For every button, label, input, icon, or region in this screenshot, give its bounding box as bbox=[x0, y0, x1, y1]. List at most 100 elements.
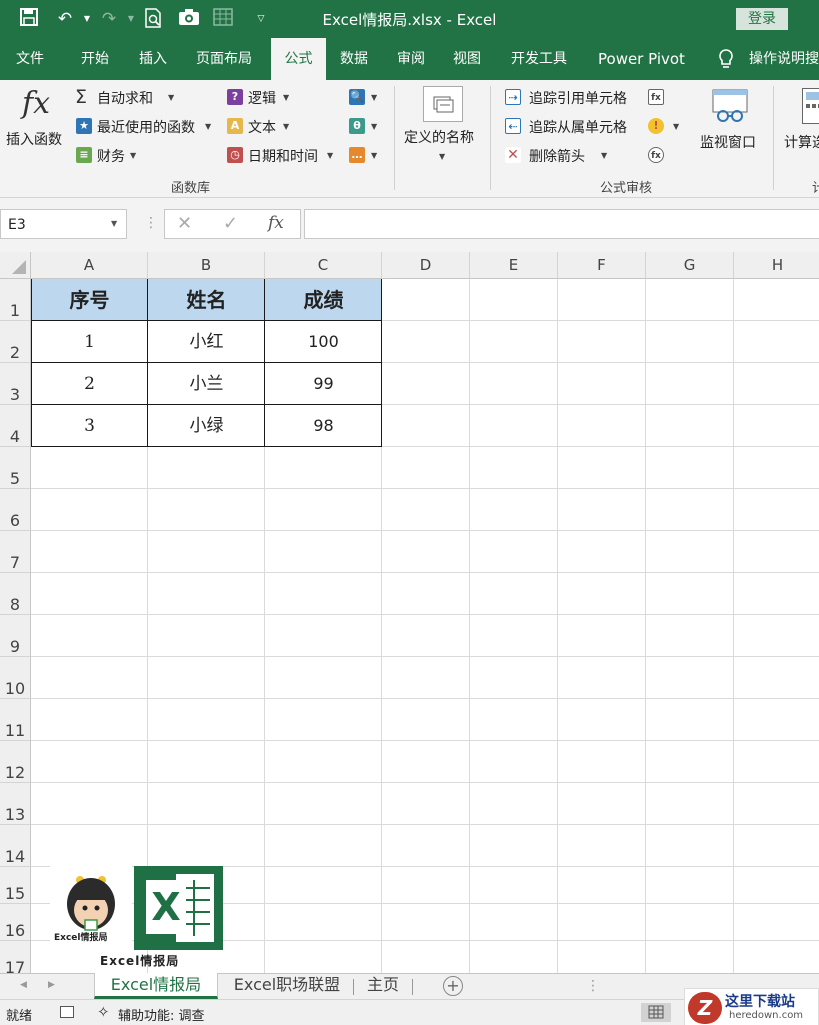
row-header-17[interactable]: 17 bbox=[0, 941, 31, 973]
table-cell[interactable]: 小绿 bbox=[148, 405, 265, 447]
table-header-name[interactable]: 姓名 bbox=[148, 279, 265, 321]
sheet-bar-grip-icon[interactable]: ⋮ bbox=[586, 978, 600, 994]
worksheet-grid[interactable]: A B C D E F G H 1 2 3 4 5 6 7 8 9 10 11 … bbox=[0, 252, 819, 973]
watch-window-button[interactable]: 监视窗口 bbox=[695, 84, 767, 154]
login-button[interactable]: 登录 bbox=[736, 8, 788, 30]
remove-arrows-button[interactable]: 删除箭头 bbox=[529, 146, 585, 166]
cancel-icon[interactable]: ✕ bbox=[177, 213, 192, 234]
show-formulas-icon[interactable]: fx bbox=[648, 89, 664, 105]
calculation-options-button[interactable]: 计算选 bbox=[780, 84, 819, 170]
row-header-4[interactable]: 4 bbox=[0, 405, 31, 447]
macro-record-icon[interactable] bbox=[60, 1006, 74, 1018]
row-header-7[interactable]: 7 bbox=[0, 531, 31, 573]
row-header-15[interactable]: 15 bbox=[0, 867, 31, 904]
table-cell[interactable]: 小红 bbox=[148, 321, 265, 363]
column-header-g[interactable]: G bbox=[646, 252, 734, 279]
lookup-dropdown-icon[interactable]: ▼ bbox=[371, 93, 377, 102]
row-header-14[interactable]: 14 bbox=[0, 825, 31, 867]
column-header-d[interactable]: D bbox=[382, 252, 470, 279]
defined-names-button[interactable]: 定义的名称 ▼ bbox=[402, 84, 484, 170]
table-header-score[interactable]: 成绩 bbox=[265, 279, 382, 321]
financial-dropdown-icon[interactable]: ▼ bbox=[130, 151, 136, 160]
autosum-button[interactable]: 自动求和 bbox=[97, 88, 153, 108]
row-header-9[interactable]: 9 bbox=[0, 615, 31, 657]
row-header-2[interactable]: 2 bbox=[0, 321, 31, 363]
accessibility-icon[interactable]: ✧ bbox=[97, 1003, 110, 1021]
row-header-11[interactable]: 11 bbox=[0, 699, 31, 741]
error-checking-icon[interactable]: ! bbox=[648, 118, 664, 134]
row-header-1[interactable]: 1 bbox=[0, 279, 31, 321]
column-header-b[interactable]: B bbox=[148, 252, 265, 279]
more-functions-dropdown-icon[interactable]: ▼ bbox=[371, 151, 377, 160]
row-header-8[interactable]: 8 bbox=[0, 573, 31, 615]
row-header-10[interactable]: 10 bbox=[0, 657, 31, 699]
tab-review[interactable]: 审阅 bbox=[397, 38, 425, 80]
enter-icon[interactable]: ✓ bbox=[223, 213, 238, 234]
evaluate-formula-icon[interactable]: fx bbox=[648, 147, 664, 163]
sheet-tab-excel-intel[interactable]: Excel情报局 bbox=[94, 973, 218, 999]
column-header-f[interactable]: F bbox=[558, 252, 646, 279]
math-trig-icon[interactable]: θ bbox=[349, 118, 365, 134]
table-border bbox=[31, 362, 382, 363]
logical-dropdown-icon[interactable]: ▼ bbox=[283, 93, 289, 102]
scroll-right-icon[interactable]: ▶ bbox=[48, 980, 55, 990]
lightbulb-icon[interactable] bbox=[716, 48, 736, 70]
trace-dependents-button[interactable]: 追踪从属单元格 bbox=[529, 117, 627, 137]
row-header-12[interactable]: 12 bbox=[0, 741, 31, 783]
accessibility-status[interactable]: 辅助功能: 调查 bbox=[118, 1005, 205, 1024]
table-cell[interactable]: 2 bbox=[31, 363, 148, 405]
tab-page-layout[interactable]: 页面布局 bbox=[196, 38, 252, 80]
tab-file[interactable]: 文件 bbox=[16, 38, 44, 80]
name-box[interactable]: E3 ▼ bbox=[0, 209, 127, 239]
sheet-tab-workplace-union[interactable]: Excel职场联盟 bbox=[224, 973, 350, 999]
text-dropdown-icon[interactable]: ▼ bbox=[283, 122, 289, 131]
tab-developer[interactable]: 开发工具 bbox=[511, 38, 567, 80]
add-sheet-icon[interactable]: + bbox=[443, 976, 463, 996]
lookup-reference-icon[interactable]: 🔍 bbox=[349, 89, 365, 105]
select-all-corner[interactable] bbox=[0, 252, 31, 279]
logical-button[interactable]: 逻辑 bbox=[248, 88, 276, 108]
trace-precedents-button[interactable]: 追踪引用单元格 bbox=[529, 88, 627, 108]
row-header-5[interactable]: 5 bbox=[0, 447, 31, 489]
row-header-6[interactable]: 6 bbox=[0, 489, 31, 531]
name-box-dropdown-icon[interactable]: ▼ bbox=[111, 219, 117, 228]
table-cell[interactable]: 98 bbox=[265, 405, 382, 447]
math-dropdown-icon[interactable]: ▼ bbox=[371, 122, 377, 131]
table-cell[interactable]: 3 bbox=[31, 405, 148, 447]
sheet-tab-home[interactable]: 主页 bbox=[360, 973, 406, 999]
table-header-index[interactable]: 序号 bbox=[31, 279, 148, 321]
tab-power-pivot[interactable]: Power Pivot bbox=[598, 38, 685, 80]
autosum-dropdown-icon[interactable]: ▼ bbox=[168, 93, 174, 102]
tab-formulas[interactable]: 公式 bbox=[271, 38, 326, 80]
more-functions-icon[interactable]: … bbox=[349, 147, 365, 163]
financial-button[interactable]: 财务 bbox=[97, 146, 125, 166]
table-cell[interactable]: 小兰 bbox=[148, 363, 265, 405]
tab-data[interactable]: 数据 bbox=[340, 38, 368, 80]
remove-arrows-dropdown-icon[interactable]: ▼ bbox=[601, 151, 607, 160]
recently-used-button[interactable]: 最近使用的函数 bbox=[97, 117, 195, 137]
column-header-a[interactable]: A bbox=[31, 252, 148, 279]
tab-home[interactable]: 开始 bbox=[81, 38, 109, 80]
text-button[interactable]: 文本 bbox=[248, 117, 276, 137]
table-cell[interactable]: 1 bbox=[31, 321, 148, 363]
date-time-button[interactable]: 日期和时间 bbox=[248, 146, 318, 166]
row-header-3[interactable]: 3 bbox=[0, 363, 31, 405]
normal-view-icon[interactable] bbox=[641, 1003, 671, 1022]
row-header-16[interactable]: 16 bbox=[0, 904, 31, 941]
insert-function-button[interactable]: fx 插入函数 bbox=[4, 86, 70, 150]
insert-function-icon[interactable]: fx bbox=[268, 213, 284, 233]
tab-view[interactable]: 视图 bbox=[453, 38, 481, 80]
formula-input[interactable] bbox=[304, 209, 819, 239]
tab-insert[interactable]: 插入 bbox=[139, 38, 167, 80]
table-cell[interactable]: 99 bbox=[265, 363, 382, 405]
column-header-c[interactable]: C bbox=[265, 252, 382, 279]
scroll-left-icon[interactable]: ◀ bbox=[20, 980, 27, 990]
recently-used-dropdown-icon[interactable]: ▼ bbox=[205, 122, 211, 131]
date-time-dropdown-icon[interactable]: ▼ bbox=[327, 151, 333, 160]
table-cell[interactable]: 100 bbox=[265, 321, 382, 363]
tell-me-search[interactable]: 操作说明搜 bbox=[749, 38, 819, 80]
column-header-h[interactable]: H bbox=[734, 252, 819, 279]
error-checking-dropdown-icon[interactable]: ▼ bbox=[673, 122, 679, 131]
row-header-13[interactable]: 13 bbox=[0, 783, 31, 825]
column-header-e[interactable]: E bbox=[470, 252, 558, 279]
